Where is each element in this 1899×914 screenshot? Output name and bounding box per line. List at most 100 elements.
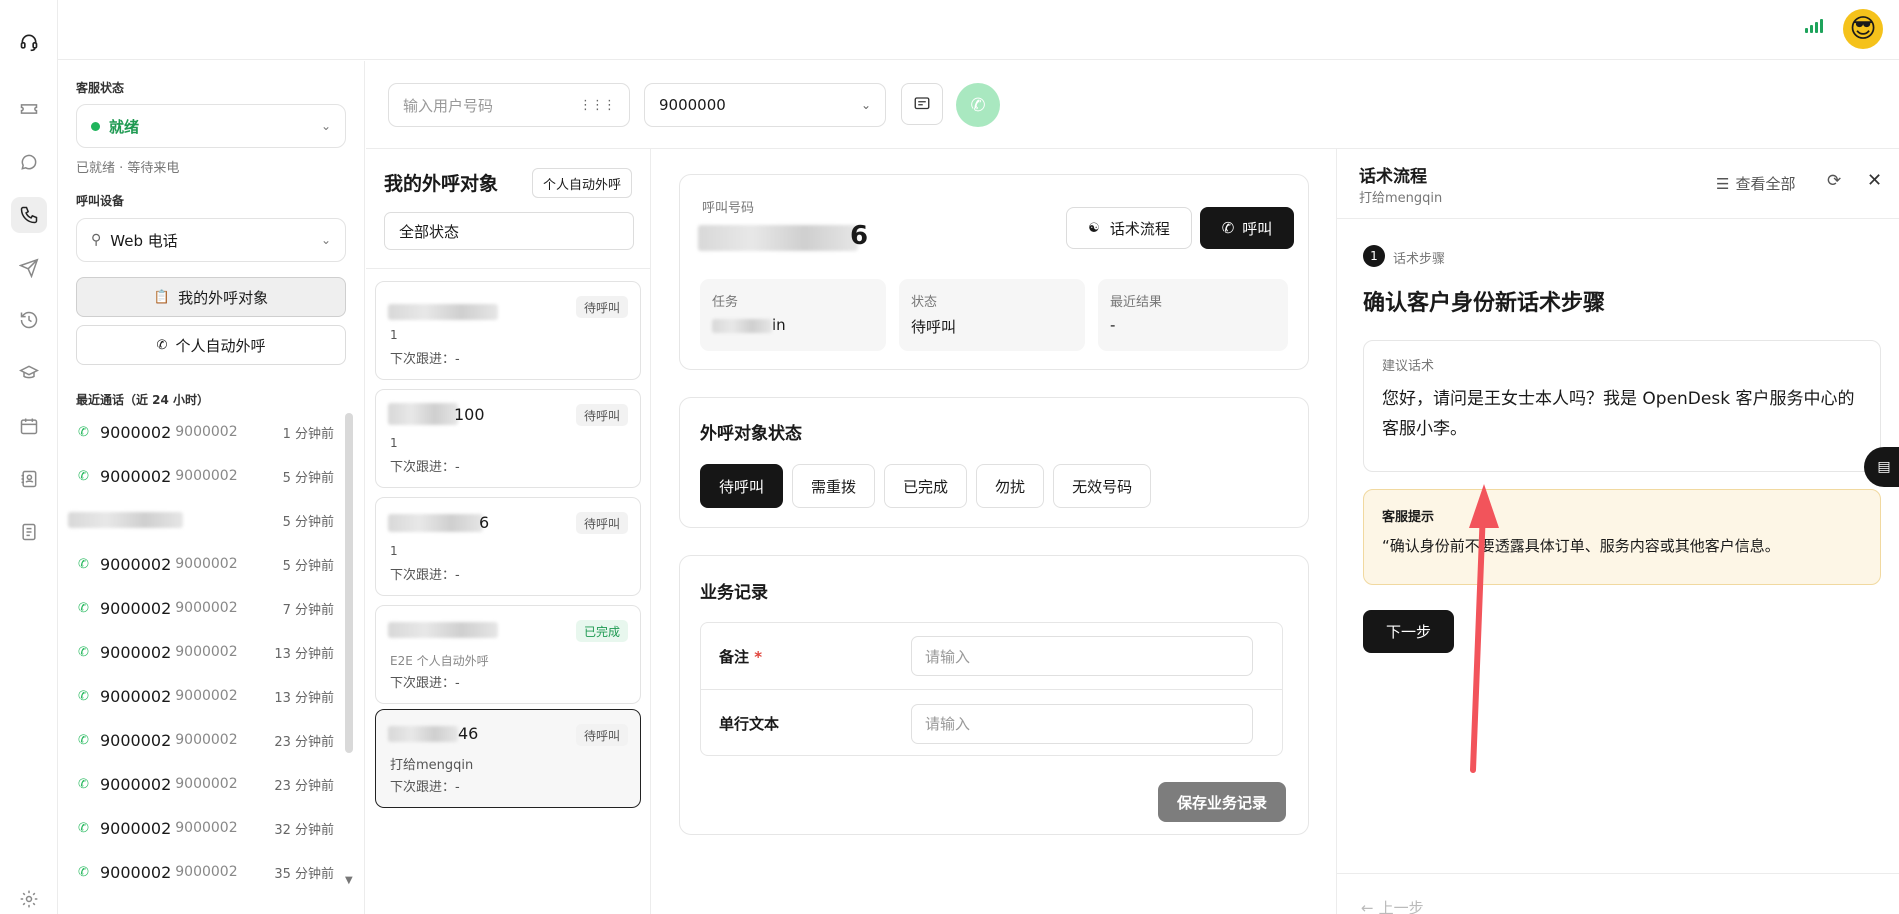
dialpad-icon[interactable]: ⋮⋮⋮ [579,98,616,113]
phone-icon[interactable] [11,197,47,233]
chevron-down-icon: ⌄ [320,119,331,133]
status-hint: 已就绪 · 等待来电 [76,161,180,176]
phone-icon: ✆ [78,776,89,792]
target-card[interactable]: 已完成 E2E 个人自动外呼 下次跟进：- [375,605,641,704]
number-value: 6 [850,221,869,251]
status-select[interactable]: 就绪 ⌄ [76,104,346,148]
recent-title: 最近通话（近 24 小时） [76,393,210,407]
target-card[interactable]: 6 待呼叫 1 下次跟进：- [375,497,641,596]
redacted-name [388,403,458,425]
suggestion-label: 建议话术 [1382,359,1435,374]
remark-input[interactable]: 请输入 [911,636,1253,676]
knowledge-book-icon[interactable]: ▤ [1864,447,1899,487]
status-badge: 待呼叫 [575,404,628,426]
phone-input[interactable]: 输入用户号码 ⋮⋮⋮ [388,83,630,127]
target-card[interactable]: 100 待呼叫 1 下次跟进：- [375,389,641,488]
call-button[interactable]: ✆ 呼叫 [1200,207,1294,249]
document-icon[interactable] [11,514,47,550]
list-item[interactable]: ✆ 9000002 9000002 32 分钟前 [78,814,334,842]
status-filter[interactable]: 全部状态 [384,212,634,250]
script-flow-button[interactable]: ☯ 话术流程 [1066,207,1192,249]
annotation-arrow-icon [1469,484,1499,773]
targets-auto-button[interactable]: 个人自动外呼 [532,168,633,198]
scroll-down-icon[interactable]: ▼ [345,875,353,886]
list-item[interactable]: ✆ 9000002 9000002 35 分钟前 [78,858,334,886]
targets-title: 我的外呼对象 [384,173,499,195]
auto-call-button[interactable]: ✆ 个人自动外呼 [76,325,346,365]
redacted-task [712,318,772,333]
call-bar: 输入用户号码 ⋮⋮⋮ 9000000 ⌄ ✆ [366,61,1899,149]
ticket-icon[interactable] [11,91,47,127]
status-option-dnd[interactable]: 勿扰 [976,464,1045,508]
clipboard-icon: 📋 [153,289,171,305]
business-form: 备注 * 请输入 单行文本 请输入 [700,622,1283,756]
scrollbar[interactable] [345,413,353,753]
next-step-button[interactable]: 下一步 [1363,610,1454,653]
top-bar: 😎 [58,0,1899,60]
target-card[interactable]: 待呼叫 1 下次跟进：- [375,281,641,380]
number-label: 呼叫号码 [702,201,755,216]
save-record-button[interactable]: 保存业务记录 [1158,782,1286,822]
view-all-button[interactable]: ☰ 查看全部 [1716,173,1795,194]
target-status-card: 外呼对象状态 待呼叫 需重拨 已完成 勿扰 无效号码 [679,397,1309,528]
settings-icon[interactable] [11,884,47,914]
avatar[interactable]: 😎 [1843,9,1883,49]
status-label: 客服状态 [76,81,125,95]
single-text-input[interactable]: 请输入 [911,703,1253,744]
refresh-icon[interactable]: ⟳ [1827,171,1841,191]
step-title: 确认客户身份新话术步骤 [1363,291,1606,316]
globe-icon: ⚲ [91,232,102,248]
send-icon[interactable] [11,250,47,286]
list-item[interactable]: ✆ 9000002 9000002 5 分钟前 [78,462,334,490]
contacts-icon[interactable] [11,461,47,497]
phone-icon: ✆ [78,644,89,660]
dial-button[interactable]: ✆ [956,83,1000,127]
chevron-down-icon: ⌄ [320,233,331,247]
caller-id-select[interactable]: 9000000 ⌄ [644,83,886,127]
form-row-text: 单行文本 请输入 [701,690,1282,757]
phone-icon: ✆ [78,732,89,748]
divider [1337,873,1899,874]
list-item[interactable]: ✆ 9000002 9000002 7 分钟前 [78,594,334,622]
status-option-pending[interactable]: 待呼叫 [700,464,784,508]
headset-icon[interactable] [11,24,47,60]
status-option-redial[interactable]: 需重拨 [792,464,876,508]
list-item[interactable]: ✆ 9000002 9000002 23 分钟前 [78,770,334,798]
calendar-icon[interactable] [11,408,47,444]
list-item[interactable]: ✆ 9000002 9000002 23 分钟前 [78,726,334,754]
list-item[interactable]: ✆ 9000002 9000002 1 分钟前 [78,418,334,446]
phone-icon: ✆ [78,424,89,440]
status-option-invalid[interactable]: 无效号码 [1053,464,1152,508]
list-item[interactable]: ✆ 9000002 9000002 13 分钟前 [78,682,334,710]
history-icon[interactable] [11,302,47,338]
message-icon[interactable] [901,83,943,125]
target-status-title: 外呼对象状态 [700,424,802,444]
phone-icon: ✆ [156,337,168,353]
suggestion-text: 您好，请问是王女士本人吗？我是 OpenDesk 客户服务中心的客服小李。 [1382,389,1855,439]
device-label: 呼叫设备 [76,194,125,208]
phone-icon: ✆ [78,556,89,572]
task-cell: 任务 in [700,279,886,351]
call-info-card: 呼叫号码 6 ☯ 话术流程 ✆ 呼叫 任务 in 状态 待呼叫 最近结果 - [679,174,1309,370]
list-item[interactable]: ✆ 9000002 9000002 5 分钟前 [78,550,334,578]
close-icon[interactable]: ✕ [1867,170,1882,191]
signal-bars-icon [1805,19,1823,33]
target-card-selected[interactable]: 46 待呼叫 打给mengqin 下次跟进：- [375,709,641,808]
my-targets-button[interactable]: 📋 我的外呼对象 [76,277,346,317]
script-title: 话术流程 [1359,167,1427,187]
status-option-done[interactable]: 已完成 [884,464,968,508]
list-item[interactable]: 5 分钟前 [68,506,334,534]
prev-step-button[interactable]: ← 上一步 [1361,897,1424,914]
device-select[interactable]: ⚲ Web 电话 ⌄ [76,218,346,262]
status-options: 待呼叫 需重拨 已完成 勿扰 无效号码 [700,464,1152,508]
tip-box: 客服提示 “确认身份前不要透露具体订单、服务内容或其他客户信息。 [1363,489,1881,585]
divider [366,268,651,269]
business-title: 业务记录 [700,583,768,603]
flow-icon: ☯ [1088,220,1100,236]
call-detail: 呼叫号码 6 ☯ 话术流程 ✆ 呼叫 任务 in 状态 待呼叫 最近结果 - 外… [651,149,1336,914]
chevron-down-icon: ⌄ [860,98,871,112]
step-number: 1 [1363,245,1385,267]
list-item[interactable]: ✆ 9000002 9000002 13 分钟前 [78,638,334,666]
chat-icon[interactable] [11,144,47,180]
graduation-icon[interactable] [11,355,47,391]
